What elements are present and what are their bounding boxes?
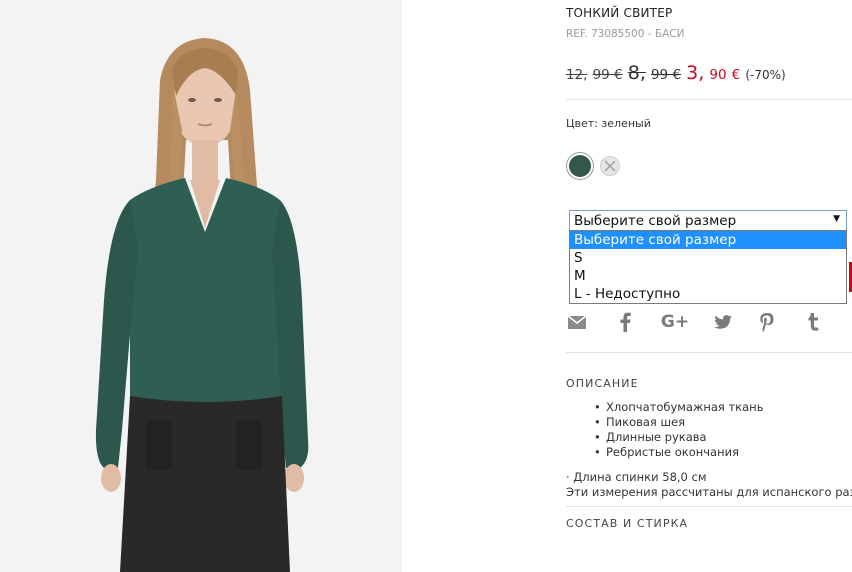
size-option[interactable]: Выберите свой размер: [570, 231, 846, 249]
divider: [566, 352, 852, 353]
google-plus-icon[interactable]: G+: [660, 312, 690, 332]
dropdown-arrow-icon: ▼: [833, 214, 840, 224]
price-block: 12, 99 € 8, 99 € 3, 90 € (-70%): [566, 62, 786, 84]
discount-badge: (-70%): [745, 68, 786, 82]
previous-price-dec: 99 €: [650, 67, 682, 83]
list-item: Пиковая шея: [594, 415, 763, 430]
product-reference: REF. 73085500 - БАСИ: [566, 28, 685, 40]
tumblr-icon[interactable]: [802, 312, 824, 332]
product-photo[interactable]: [0, 0, 402, 572]
color-swatch-unavailable[interactable]: [600, 156, 620, 176]
list-item: Хлопчатобумажная ткань: [594, 400, 764, 415]
original-price-int: 12,: [566, 67, 588, 83]
size-dropdown-list: Выберите свой размер S M L - Недоступно: [569, 230, 847, 304]
sale-price-currency: €: [731, 67, 741, 83]
product-title: ТОНКИЙ СВИТЕР: [566, 6, 673, 20]
sale-price-dec: 90: [709, 67, 727, 83]
color-swatch-green[interactable]: [569, 155, 591, 177]
size-select[interactable]: Выберите свой размер ▼: [569, 210, 847, 231]
cross-icon: [604, 160, 616, 172]
back-length-text: · Длина спинки 58,0 см: [566, 470, 707, 484]
size-option[interactable]: S: [570, 249, 846, 267]
size-select-value: Выберите свой размер: [574, 213, 737, 229]
original-price-dec: 99 €: [592, 67, 623, 83]
divider: [566, 99, 852, 100]
description-list: Хлопчатобумажная ткань Пиковая шея Длинн…: [594, 400, 764, 460]
sale-price-int: 3,: [686, 62, 705, 84]
product-info: ТОНКИЙ СВИТЕР REF. 73085500 - БАСИ 12, 9…: [566, 0, 852, 572]
size-option[interactable]: M: [570, 267, 846, 285]
pinterest-icon[interactable]: [756, 312, 778, 332]
composition-heading[interactable]: СОСТАВ И СТИРКА: [566, 517, 688, 530]
size-note-text: Эти измерения рассчитаны для испанского …: [566, 485, 852, 499]
previous-price-int: 8,: [627, 62, 646, 84]
list-item: Ребристые окончания: [594, 445, 763, 460]
model-illustration: [0, 0, 402, 572]
divider: [566, 506, 852, 507]
facebook-icon[interactable]: [614, 312, 636, 332]
list-item: Длинные рукава: [594, 430, 763, 445]
twitter-icon[interactable]: [712, 312, 734, 332]
size-option[interactable]: L - Недоступно: [570, 285, 846, 303]
description-heading[interactable]: ОПИСАНИЕ: [566, 377, 639, 390]
color-label: Цвет: зеленый: [566, 117, 651, 130]
mail-icon[interactable]: [566, 312, 588, 332]
